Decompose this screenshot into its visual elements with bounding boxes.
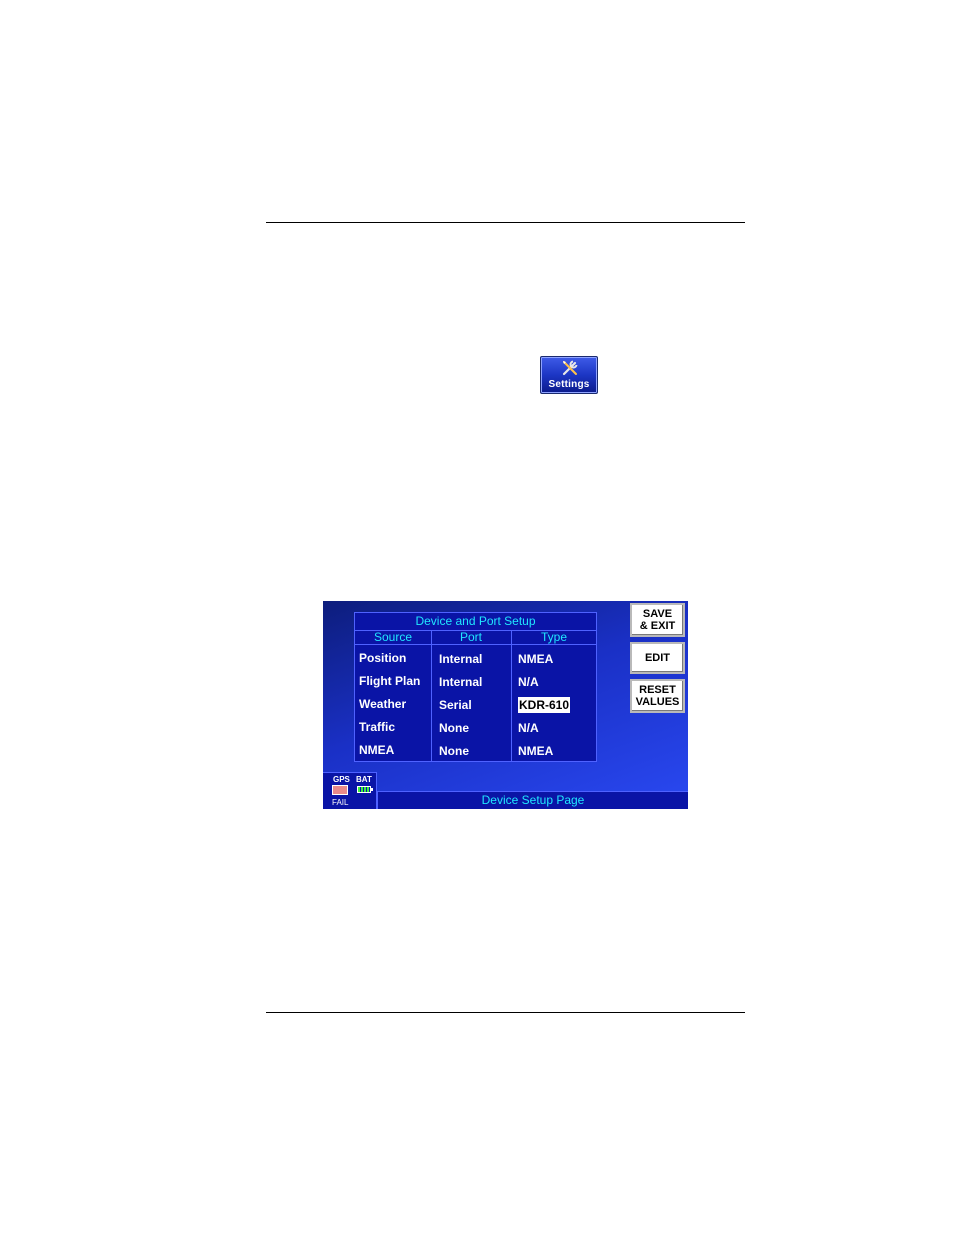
row-type[interactable]: N/A (518, 720, 539, 736)
row-source[interactable]: Weather (359, 696, 406, 712)
row-source[interactable]: NMEA (359, 742, 394, 758)
column-divider (511, 630, 512, 761)
gps-label: GPS (333, 775, 350, 784)
battery-label: BAT (356, 775, 372, 784)
row-port[interactable]: Serial (439, 697, 472, 713)
column-header-port: Port (431, 630, 511, 645)
save-exit-label-line2: & EXIT (639, 620, 676, 632)
column-divider (431, 630, 432, 761)
save-exit-label-line1: SAVE (642, 608, 673, 620)
top-rule (266, 222, 745, 223)
battery-icon (357, 786, 373, 793)
gps-receiver-icon (332, 785, 348, 795)
row-type[interactable]: NMEA (518, 651, 553, 667)
reset-label-line1: RESET (639, 684, 676, 696)
reset-values-button[interactable]: RESET VALUES (630, 679, 685, 713)
page-title-bar: Device Setup Page (377, 791, 688, 809)
panel-title: Device and Port Setup (355, 613, 596, 631)
bottom-rule (266, 1012, 745, 1013)
wrench-screwdriver-icon (562, 360, 578, 376)
row-type-selected[interactable]: KDR-610 (518, 697, 571, 713)
reset-label-line2: VALUES (635, 696, 680, 708)
row-port[interactable]: None (439, 743, 469, 759)
edit-label: EDIT (644, 652, 671, 664)
save-exit-button[interactable]: SAVE & EXIT (630, 603, 685, 637)
row-source[interactable]: Position (359, 650, 406, 666)
column-header-type: Type (511, 630, 597, 645)
settings-label: Settings (548, 379, 590, 390)
status-indicators: GPS BAT FAIL (323, 772, 377, 809)
row-port[interactable]: None (439, 720, 469, 736)
row-type[interactable]: N/A (518, 674, 539, 690)
row-port[interactable]: Internal (439, 651, 482, 667)
device-screen: Device and Port Setup Source Port Type P… (323, 601, 688, 809)
row-source[interactable]: Traffic (359, 719, 395, 735)
column-header-source: Source (355, 630, 431, 645)
edit-button[interactable]: EDIT (630, 642, 685, 674)
gps-fail-label: FAIL (332, 798, 349, 807)
row-type[interactable]: NMEA (518, 743, 553, 759)
row-source[interactable]: Flight Plan (359, 673, 420, 689)
settings-button[interactable]: Settings (540, 356, 598, 394)
row-port[interactable]: Internal (439, 674, 482, 690)
device-port-table: Device and Port Setup Source Port Type P… (354, 612, 597, 762)
